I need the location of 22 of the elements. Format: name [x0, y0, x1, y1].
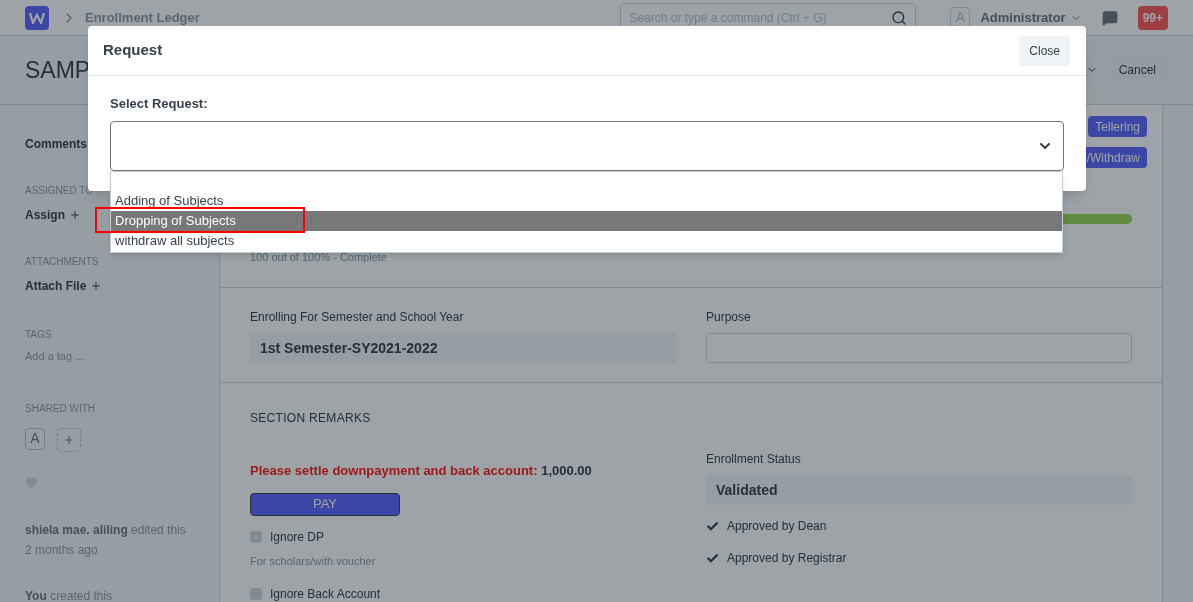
field-label: Enrolling For Semester and School Year — [250, 309, 465, 326]
field-label: Purpose — [706, 309, 752, 326]
progress-caption: 100 out of 100% - Complete — [250, 250, 388, 265]
status-field: Validated — [706, 475, 1132, 505]
activity-text: shiela mae. aliling edited this — [25, 521, 187, 539]
section-heading: ATTACHMENTS — [25, 255, 99, 269]
approval-label: Approved by Dean — [727, 518, 827, 535]
section-heading: TAGS — [25, 328, 52, 342]
payment-notice: Please settle downpayment and back account: 1,000.00 — [250, 462, 593, 480]
activity-text: You created this — [25, 587, 114, 602]
activity-time: 2 months ago — [25, 541, 99, 559]
checkbox-hint: For scholars/with voucher — [250, 553, 377, 569]
field-label: Select Request: — [110, 95, 209, 113]
readonly-field: 1st Semester-SY2021-2022 — [250, 333, 676, 363]
field-label: Enrollment Status — [706, 451, 802, 468]
dialog-title: Request — [103, 40, 163, 61]
approval-label: Approved by Registrar — [727, 550, 847, 567]
section-heading: SHARED WITH — [25, 401, 95, 416]
section-heading: SECTION REMARKS — [250, 410, 372, 427]
page-title: SAMP — [25, 55, 91, 85]
checkbox-label: Ignore Back Account — [270, 586, 381, 602]
checkbox-label: Ignore DP — [270, 528, 325, 546]
